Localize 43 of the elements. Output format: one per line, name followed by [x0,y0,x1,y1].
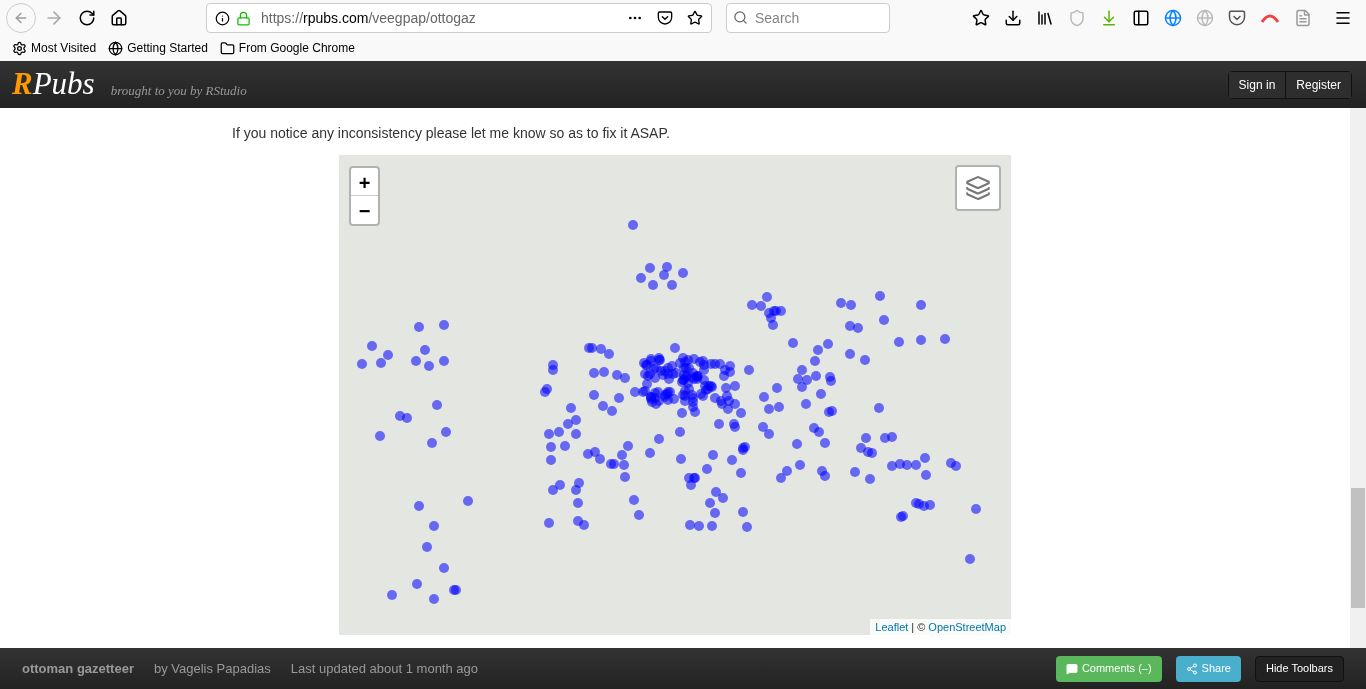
page-icon[interactable] [1294,9,1312,27]
updated-text: Last updated about 1 month ago [290,659,479,678]
bookmark-star-icon[interactable] [972,9,990,27]
share-icon [1185,662,1198,675]
globe-icon[interactable] [1164,9,1182,27]
star-icon[interactable] [687,10,703,26]
zoom-out-button[interactable]: − [351,196,378,224]
header-button[interactable]: Register [1285,71,1351,98]
address-bar[interactable]: https://rpubs.com/veegpap/ottogaz [206,3,712,33]
bookmark-item[interactable]: From Google Chrome [219,39,355,57]
layers-icon [965,175,991,201]
bookmark-item[interactable]: Most Visited [12,39,97,57]
sidebar-icon[interactable] [1132,9,1150,27]
reload-icon[interactable] [78,9,96,27]
download-icon[interactable] [1004,9,1022,27]
header-button[interactable]: Sign in [1228,71,1286,98]
info-icon[interactable] [215,10,230,26]
author-text: by Vagelis Papadias [153,659,271,678]
comment-icon [1065,662,1078,675]
zoom-in-button[interactable]: + [351,168,378,196]
logo[interactable]: RPubs [12,61,95,108]
menu-icon[interactable] [1334,9,1352,27]
globe-icon [108,40,124,56]
arc-icon[interactable] [1260,12,1280,24]
tagline: brought to you by RStudio [110,81,247,100]
library-icon[interactable] [1036,9,1054,27]
pocket-icon[interactable] [1228,9,1246,27]
lock-icon [236,10,251,26]
search-field[interactable]: Search [726,3,890,33]
hide-toolbars-button[interactable]: Hide Toolbars [1254,655,1344,682]
leaflet-link[interactable]: Leaflet [875,618,909,635]
home-icon[interactable] [110,9,128,27]
url-text: https://rpubs.com/veegpap/ottogaz [261,8,476,28]
folder-icon [219,40,235,56]
document-title: ottoman gazetteer [22,659,134,678]
search-icon [733,10,748,25]
openstreetmap-link[interactable]: OpenStreetMap [928,618,1006,635]
gear-icon [12,40,27,56]
content-paragraph: If you notice any inconsistency please let me know so as to fix it ASAP. [232,124,671,143]
pocket-icon[interactable] [657,10,673,26]
layers-button[interactable] [955,165,1001,211]
bookmark-item[interactable]: Getting Started [108,39,208,57]
attribution-text: | © [911,619,926,635]
